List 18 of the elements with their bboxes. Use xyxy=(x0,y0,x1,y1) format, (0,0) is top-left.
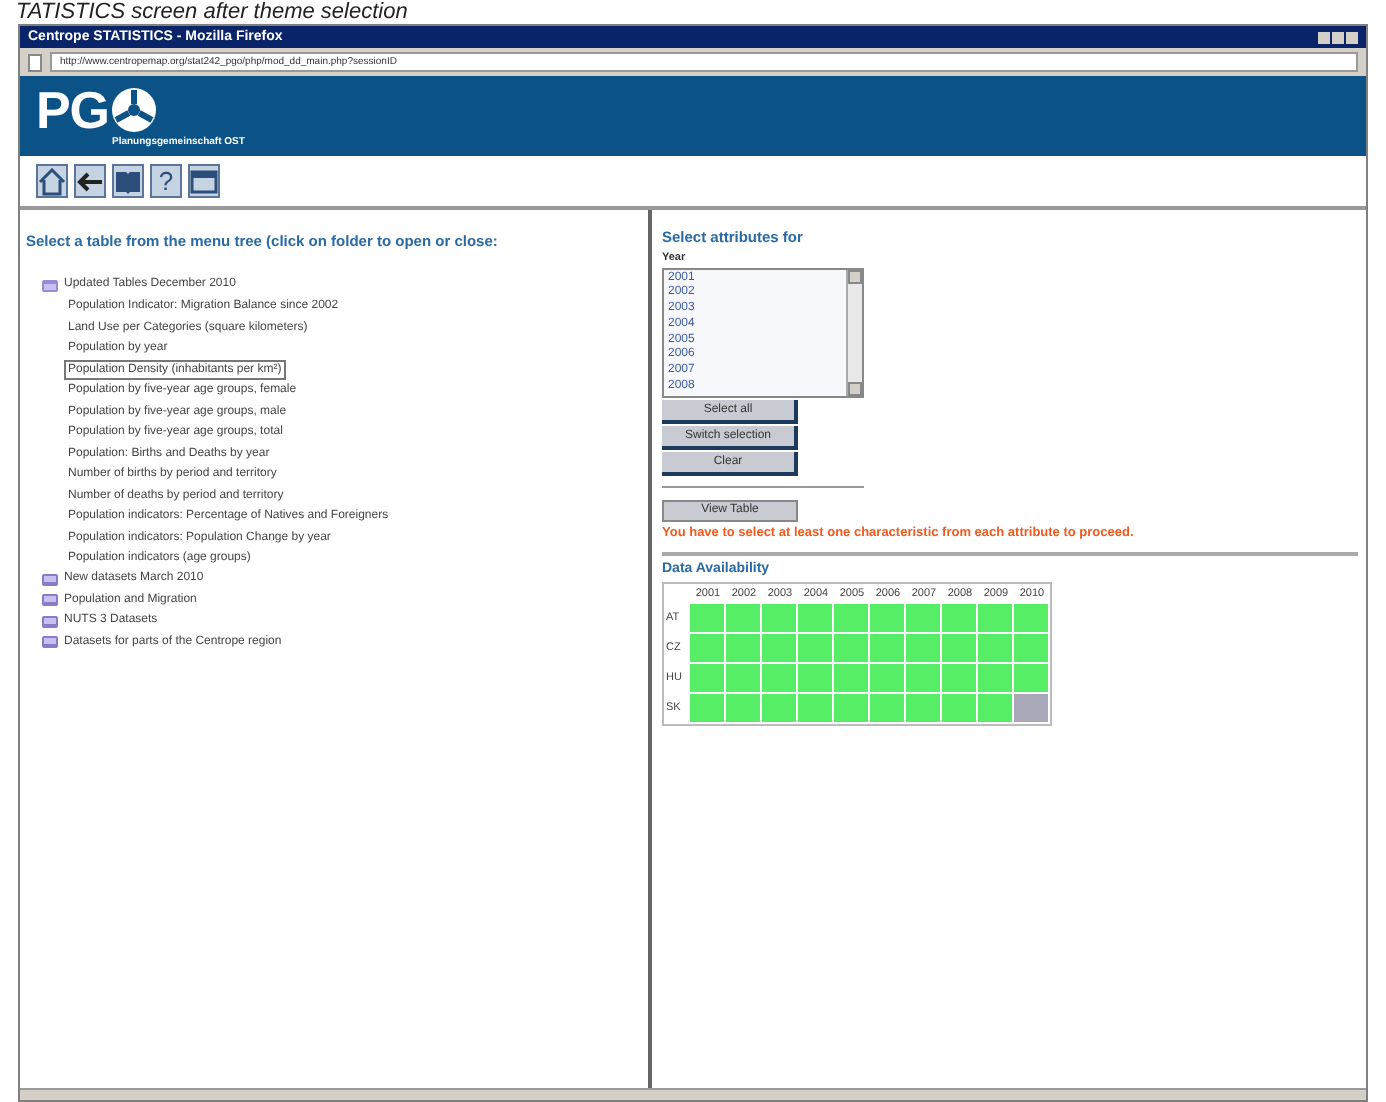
toolbar-button[interactable] xyxy=(112,164,144,198)
home-icon xyxy=(38,167,66,195)
scrollbar[interactable] xyxy=(846,269,862,395)
toolbar-button[interactable] xyxy=(188,164,220,198)
page-icon xyxy=(28,53,42,71)
book-icon xyxy=(114,167,142,195)
toolbar-button[interactable]: ? xyxy=(150,164,182,198)
folder-icon[interactable] xyxy=(42,615,58,627)
back-arrow-icon xyxy=(76,169,104,193)
help-icon: ? xyxy=(158,168,174,194)
folder-icon[interactable] xyxy=(42,573,58,585)
caption: TATISTICS screen after theme selection xyxy=(14,0,410,24)
logo-text: PG xyxy=(36,84,109,136)
toolbar-button[interactable] xyxy=(36,164,68,198)
window-icon xyxy=(190,167,218,195)
wheel-logo-icon xyxy=(110,86,159,134)
toolbar-button[interactable] xyxy=(74,164,106,198)
folder-icon[interactable] xyxy=(42,279,58,291)
